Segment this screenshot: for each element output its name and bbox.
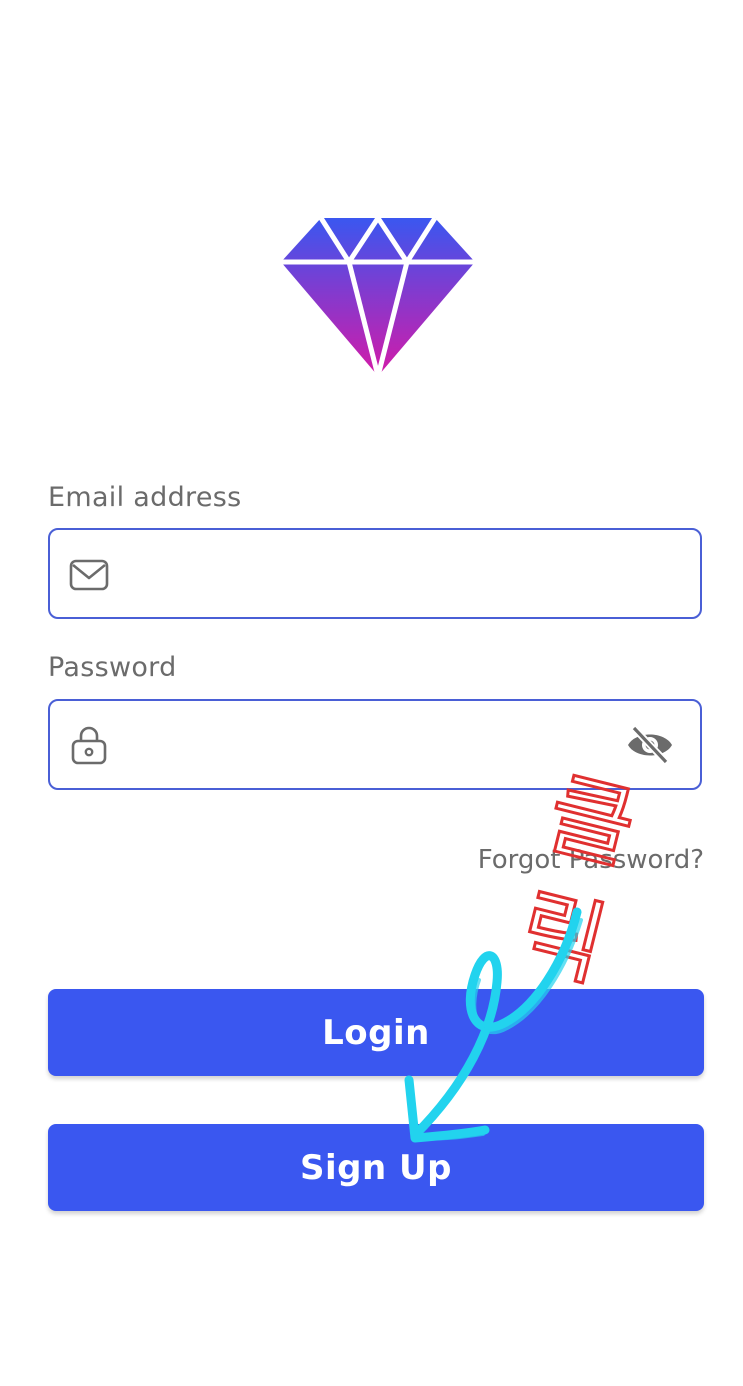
email-input[interactable] xyxy=(130,530,610,617)
eye-off-icon[interactable] xyxy=(626,725,674,765)
diamond-logo-icon xyxy=(281,215,475,377)
password-label: Password xyxy=(48,652,177,683)
forgot-password-link[interactable]: Forgot Password? xyxy=(478,845,704,875)
lock-icon xyxy=(71,726,107,765)
envelope-icon xyxy=(69,559,109,591)
password-input[interactable] xyxy=(130,701,610,788)
login-button[interactable]: Login xyxy=(48,989,704,1076)
password-field[interactable] xyxy=(48,699,702,790)
email-field[interactable] xyxy=(48,528,702,619)
signup-button[interactable]: Sign Up xyxy=(48,1124,704,1211)
email-label: Email address xyxy=(48,482,242,513)
